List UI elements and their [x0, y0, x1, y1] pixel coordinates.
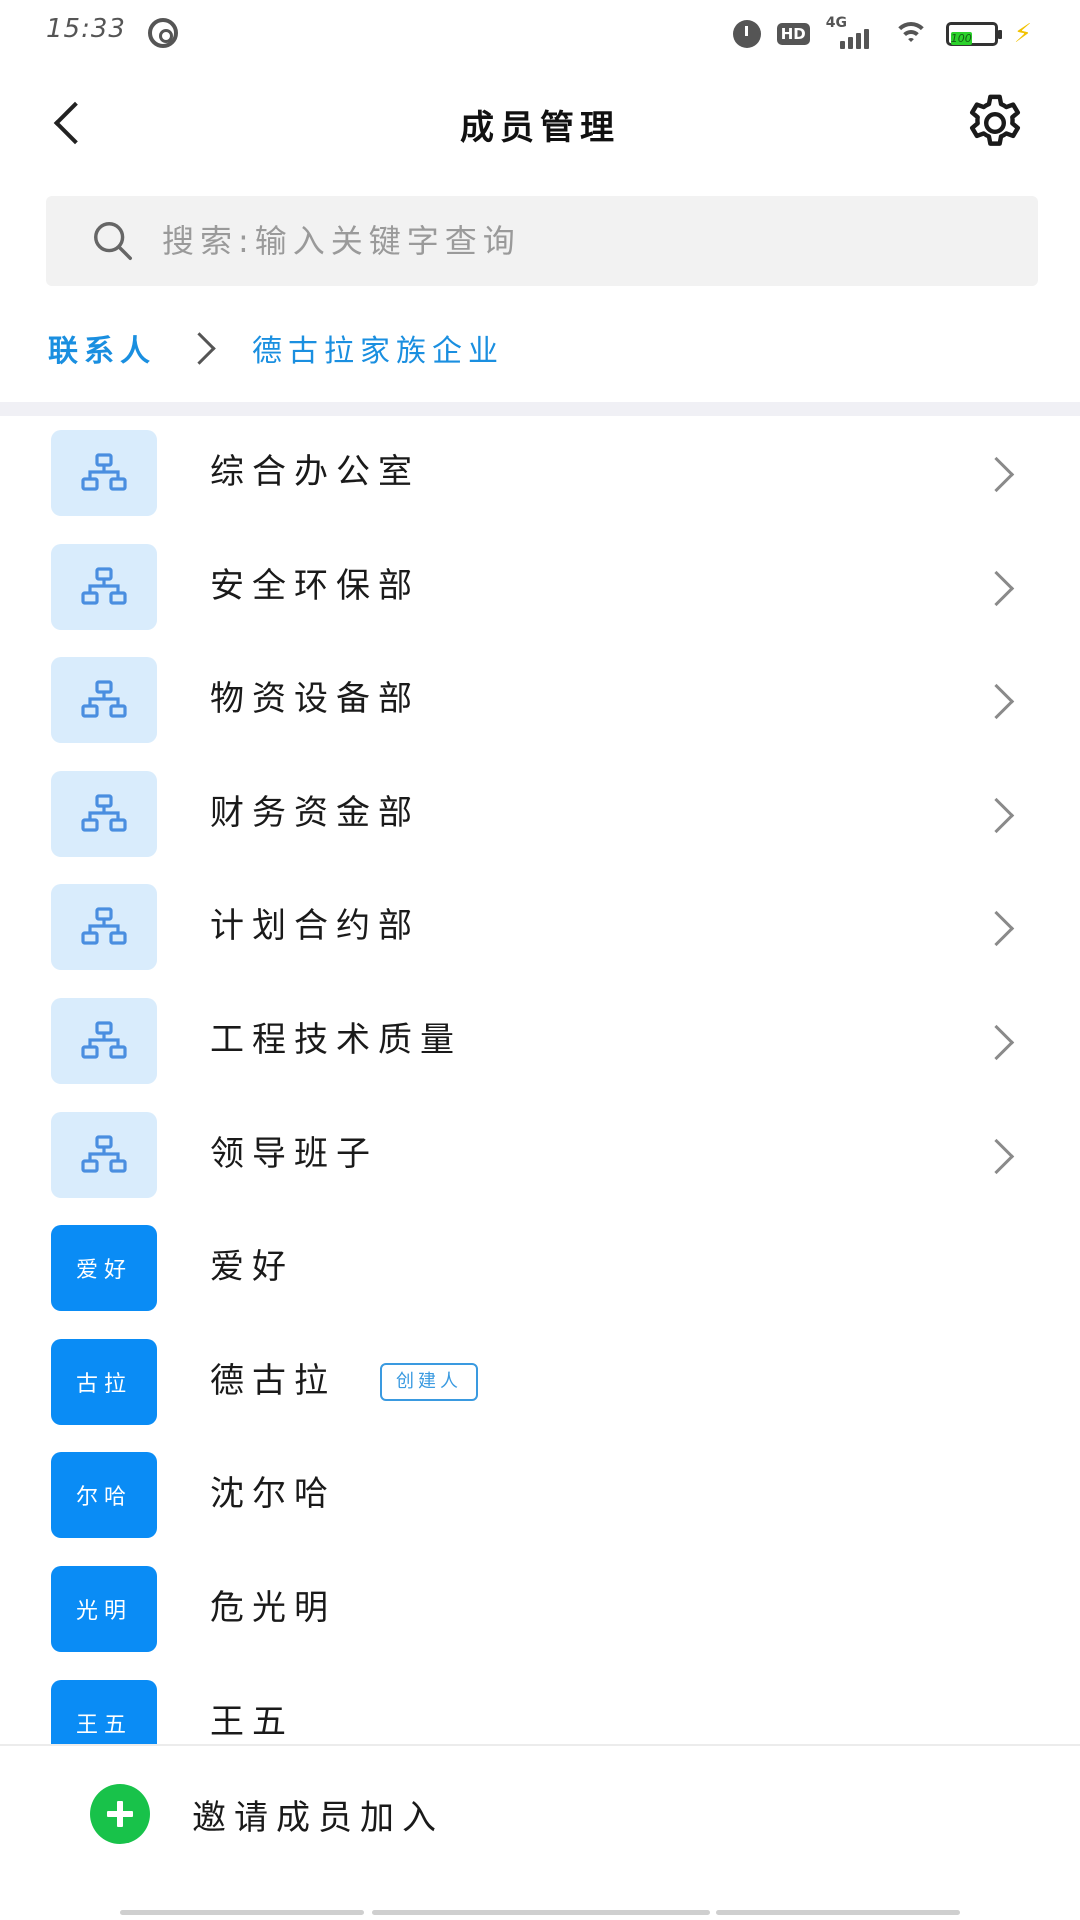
member-name: 爱好 — [210, 1247, 294, 1288]
member-name: 沈尔哈 — [210, 1474, 336, 1515]
member-avatar: 爱好 — [51, 1225, 157, 1312]
chevron-right-icon — [982, 908, 1018, 944]
member-avatar: 光明 — [51, 1565, 157, 1652]
alarm-icon — [732, 20, 761, 48]
org-chart-icon — [81, 453, 127, 491]
department-avatar — [51, 884, 157, 971]
member-row[interactable]: 古拉 德古拉 创建人 — [0, 1325, 1080, 1439]
member-row[interactable]: 爱好 爱好 — [0, 1211, 1080, 1325]
breadcrumb-current: 德古拉家族企业 — [252, 334, 504, 369]
search-input[interactable] — [162, 196, 1002, 286]
chevron-right-icon — [982, 1136, 1018, 1172]
org-chart-icon — [81, 1134, 127, 1173]
notification-swirl-icon — [148, 18, 178, 48]
department-name: 计划合约部 — [210, 906, 420, 947]
department-row[interactable]: 财务资金部 — [0, 757, 1080, 871]
member-name: 德古拉 — [210, 1360, 336, 1401]
gear-icon — [969, 94, 1021, 146]
department-row[interactable]: 计划合约部 — [0, 870, 1080, 984]
hd-badge: HD — [776, 23, 810, 45]
department-row[interactable]: 安全环保部 — [0, 530, 1080, 644]
status-bar: 15:33 HD 4G 100 ⚡ — [0, 0, 1080, 68]
department-name: 综合办公室 — [210, 452, 420, 492]
department-row[interactable]: 工程技术质量 — [0, 984, 1080, 1098]
org-chart-icon — [81, 794, 127, 832]
breadcrumb-root[interactable]: 联系人 — [48, 326, 156, 370]
wifi-icon — [892, 20, 930, 48]
department-avatar — [51, 770, 157, 857]
department-name: 领导班子 — [210, 1133, 378, 1174]
chevron-right-icon — [982, 1022, 1018, 1058]
department-avatar — [51, 543, 157, 630]
search-icon — [94, 222, 132, 260]
creator-badge: 创建人 — [380, 1362, 478, 1401]
search-bar[interactable] — [46, 196, 1038, 286]
member-list[interactable]: 综合办公室 安全环保部 物资设备部 财务资金部 计划合约部 工程技术质量 领导班… — [0, 416, 1080, 1744]
department-avatar — [51, 997, 157, 1084]
battery-icon: 100 — [945, 22, 1002, 46]
network-type: 4G — [825, 15, 847, 31]
signal-icon: 4G — [826, 15, 876, 49]
header: 成员管理 — [0, 68, 1080, 178]
settings-button[interactable] — [962, 90, 1028, 156]
plus-circle-icon — [90, 1784, 150, 1844]
chevron-right-icon — [982, 795, 1018, 831]
org-chart-icon — [81, 1021, 127, 1059]
charging-icon: ⚡ — [1013, 19, 1032, 49]
nav-indicator — [716, 1910, 960, 1915]
battery-level: 100 — [950, 32, 972, 45]
org-chart-icon — [81, 680, 127, 718]
invite-member-button[interactable]: 邀请成员加入 — [90, 1784, 444, 1844]
member-avatar: 尔哈 — [51, 1452, 157, 1539]
page-title: 成员管理 — [460, 108, 620, 148]
chevron-right-icon — [982, 454, 1018, 490]
member-name: 危光明 — [210, 1587, 336, 1628]
member-avatar: 王五 — [51, 1679, 157, 1744]
member-row[interactable]: 尔哈 沈尔哈 — [0, 1438, 1080, 1552]
chevron-right-icon — [982, 568, 1018, 604]
department-avatar — [51, 1111, 157, 1198]
chevron-right-icon — [182, 322, 222, 374]
department-row[interactable]: 领导班子 — [0, 1098, 1080, 1212]
nav-indicator — [120, 1910, 364, 1915]
breadcrumb: 联系人 德古拉家族企业 — [48, 322, 504, 374]
chevron-right-icon — [982, 681, 1018, 717]
org-chart-icon — [81, 566, 127, 605]
department-name: 物资设备部 — [210, 679, 420, 720]
nav-indicator — [372, 1910, 710, 1915]
department-avatar — [51, 657, 157, 744]
status-indicators: HD 4G 100 ⚡ — [732, 15, 1032, 52]
department-row[interactable]: 物资设备部 — [0, 643, 1080, 757]
member-row[interactable]: 光明 危光明 — [0, 1552, 1080, 1666]
member-avatar: 古拉 — [51, 1338, 157, 1425]
bottom-bar: 邀请成员加入 — [0, 1744, 1080, 1878]
invite-member-label: 邀请成员加入 — [192, 1797, 444, 1838]
department-avatar — [51, 430, 157, 516]
member-row[interactable]: 王五 王五 — [0, 1666, 1080, 1744]
department-name: 安全环保部 — [210, 565, 420, 606]
org-chart-icon — [81, 907, 127, 945]
department-name: 财务资金部 — [210, 792, 420, 833]
department-row[interactable]: 综合办公室 — [0, 416, 1080, 530]
status-time: 15:33 — [46, 14, 126, 44]
department-name: 工程技术质量 — [210, 1019, 462, 1060]
member-name: 王五 — [210, 1701, 294, 1742]
section-divider — [0, 402, 1080, 416]
